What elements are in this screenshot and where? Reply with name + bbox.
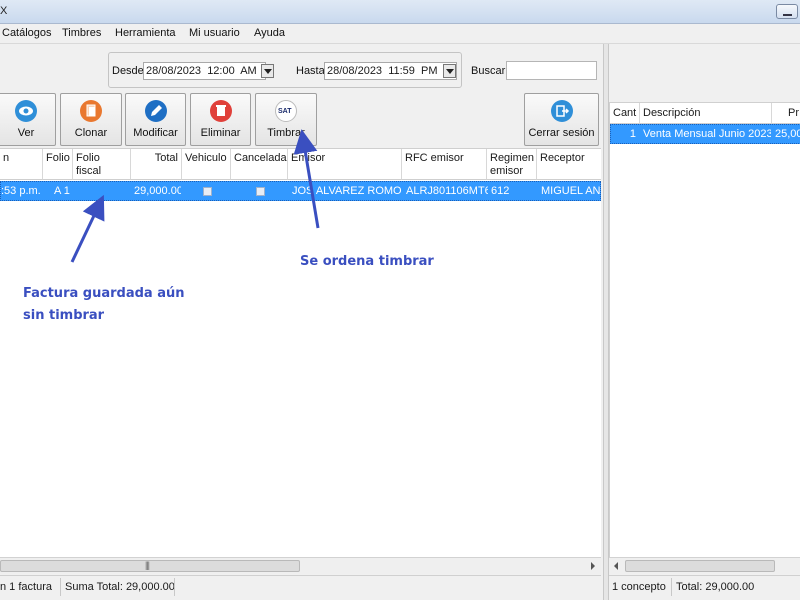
status-invoice-count: n 1 factura (0, 581, 52, 593)
window-title: X (0, 5, 8, 17)
title-bar: X (0, 0, 800, 24)
scrollbar-grip-icon: ||| (145, 560, 150, 570)
cerrar-sesion-button[interactable]: Cerrar sesión (524, 93, 599, 146)
desde-datetime[interactable]: 28/08/2023 12:00 AM (143, 62, 266, 80)
cell-precio: 25,00 (775, 128, 800, 140)
table-row[interactable]: 1 Venta Mensual Junio 2023 25,00 (610, 124, 800, 144)
col-header-cancelada[interactable]: Cancelada (231, 149, 288, 180)
vehiculo-checkbox[interactable] (203, 187, 212, 196)
modificar-button[interactable]: Modificar (125, 93, 186, 146)
menu-catalogos[interactable]: Catálogos (2, 27, 52, 39)
cerrar-sesion-label: Cerrar sesión (528, 127, 595, 139)
status-separator (671, 578, 672, 596)
cell-descripcion: Venta Mensual Junio 2023 (643, 128, 771, 140)
scrollbar-thumb[interactable] (0, 560, 300, 572)
hasta-date: 28/08/2023 (327, 65, 383, 77)
col-header-regimen-emisor[interactable]: Regimen emisor (487, 149, 537, 180)
status-separator (174, 578, 175, 596)
pencil-icon (144, 100, 167, 122)
col-header-receptor[interactable]: Receptor (537, 149, 601, 180)
desde-time: 12:00 AM (207, 65, 257, 77)
desde-label: Desde (112, 65, 144, 77)
hasta-label: Hasta (296, 65, 325, 77)
scroll-left-icon[interactable] (614, 562, 618, 570)
col-header-emisor[interactable]: Emisor (288, 149, 402, 180)
cell-receptor: MIGUEL ANG (541, 185, 601, 197)
col-header-precio[interactable]: Pr (772, 103, 800, 124)
clonar-button[interactable]: Clonar (60, 93, 122, 146)
concepts-table[interactable]: Cant Descripción Pr 1 Venta Mensual Juni… (609, 102, 800, 557)
status-suma-total: Suma Total: 29,000.00 (65, 581, 175, 593)
sat-badge-text: SAT (278, 108, 292, 115)
hasta-dropdown-icon[interactable] (443, 64, 456, 78)
annotation-saved-unstamped: Factura guardada aún sin timbrar (23, 286, 185, 323)
concepts-pane: Cant Descripción Pr 1 Venta Mensual Juni… (609, 44, 800, 600)
horizontal-scrollbar[interactable] (609, 557, 800, 574)
hasta-time: 11:59 PM (388, 65, 438, 77)
cell-total: 29,000.00 (134, 185, 181, 197)
scrollbar-thumb[interactable] (625, 560, 775, 572)
minimize-icon (783, 14, 792, 16)
col-header-cant[interactable]: Cant (610, 103, 640, 124)
search-input[interactable] (506, 61, 597, 80)
menu-herramienta[interactable]: Herramienta (115, 27, 176, 39)
cell-folio: A 1 (54, 185, 70, 197)
date-range-group: Desde 28/08/2023 12:00 AM Hasta 28/08/20… (108, 52, 462, 88)
ver-button[interactable]: Ver (0, 93, 56, 146)
horizontal-scrollbar[interactable]: ||| (0, 557, 601, 574)
ver-label: Ver (17, 127, 35, 139)
clonar-label: Clonar (74, 127, 108, 139)
scroll-right-icon[interactable] (591, 562, 595, 570)
minimize-button[interactable] (776, 4, 798, 19)
menu-ayuda[interactable]: Ayuda (254, 27, 285, 39)
col-header-vehiculo[interactable]: Vehiculo (182, 149, 231, 180)
col-header-total[interactable]: Total (131, 149, 182, 180)
menu-bar: Catálogos Timbres Herramienta Mi usuario… (0, 24, 800, 44)
cell-fecha: :53 p.m. (1, 185, 41, 197)
cancelada-checkbox[interactable] (256, 187, 265, 196)
status-bar: n 1 factura Suma Total: 29,000.00 (0, 575, 601, 598)
desde-dropdown-icon[interactable] (261, 64, 274, 78)
logout-icon (550, 100, 573, 122)
menu-mi-usuario[interactable]: Mi usuario (189, 27, 240, 39)
cell-cant: 1 (629, 128, 636, 140)
status-separator (60, 578, 61, 596)
table-row[interactable]: :53 p.m. A 1 29,000.00 JOS ALVAREZ ROMO … (0, 181, 601, 201)
concepts-status-bar: 1 concepto Total: 29,000.00 (609, 575, 800, 598)
col-header-folio[interactable]: Folio (43, 149, 73, 180)
eliminar-label: Eliminar (200, 127, 241, 139)
modificar-label: Modificar (133, 127, 178, 139)
eliminar-button[interactable]: Eliminar (190, 93, 251, 146)
timbrar-button[interactable]: SAT Timbrar (255, 93, 317, 146)
col-header-fecha[interactable]: n (0, 149, 43, 180)
col-header-rfc-emisor[interactable]: RFC emisor (402, 149, 487, 180)
col-header-descripcion[interactable]: Descripción (640, 103, 772, 124)
clone-icon (80, 100, 102, 122)
status-concept-count: 1 concepto (612, 581, 666, 593)
trash-icon (209, 100, 232, 122)
col-header-folio-fiscal[interactable]: Folio fiscal (73, 149, 131, 180)
cell-rfc-emisor: ALRJ801106MT6 (406, 185, 488, 197)
hasta-datetime[interactable]: 28/08/2023 11:59 PM (324, 62, 457, 80)
menu-timbres[interactable]: Timbres (62, 27, 101, 39)
sat-icon: SAT (275, 100, 297, 122)
status-total: Total: 29,000.00 (676, 581, 755, 593)
cell-regimen: 612 (491, 185, 510, 197)
cell-emisor: JOS ALVAREZ ROMO (292, 185, 402, 197)
invoices-table[interactable]: n Folio Folio fiscal Total Vehiculo Canc… (0, 148, 601, 557)
desde-date: 28/08/2023 (146, 65, 202, 77)
timbrar-label: Timbrar (267, 127, 305, 139)
annotation-stamp-order: Se ordena timbrar (300, 254, 434, 269)
buscar-label: Buscar (471, 65, 506, 77)
eye-icon (15, 100, 37, 122)
